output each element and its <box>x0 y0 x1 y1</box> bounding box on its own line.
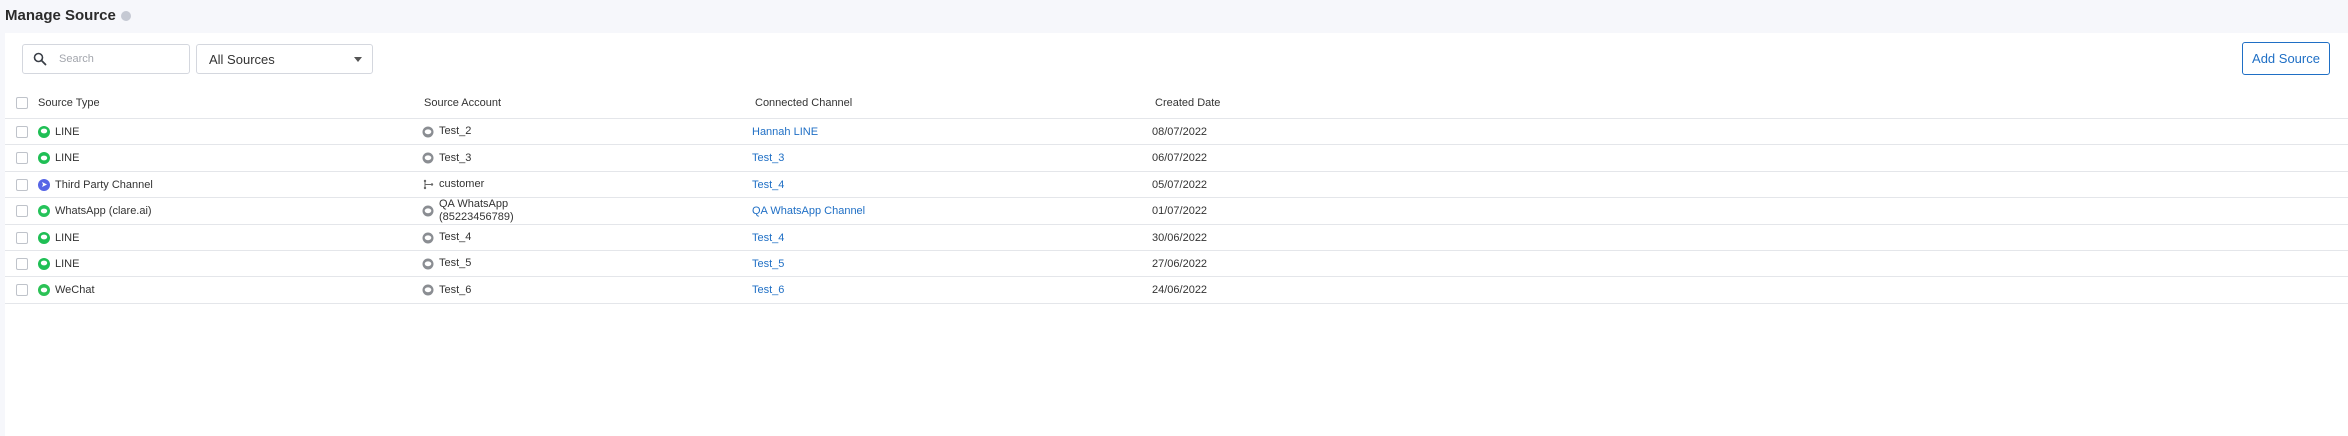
connected-channel-link[interactable]: QA WhatsApp Channel <box>752 205 865 217</box>
source-type-label: WeChat <box>55 284 95 296</box>
created-date: 27/06/2022 <box>1152 257 1208 270</box>
chat-bubble-icon <box>422 258 434 270</box>
line-icon <box>38 257 50 270</box>
whatsapp-outline-icon <box>422 205 434 217</box>
header-created-date: Created Date <box>1155 96 1221 109</box>
source-type-label: LINE <box>55 152 80 164</box>
table-row[interactable]: LINE Test_3 Test_3 06/07/2022 <box>5 145 2348 172</box>
row-checkbox[interactable] <box>16 257 28 270</box>
source-type-label: Third Party Channel <box>55 178 153 191</box>
wechat-outline-icon <box>422 284 434 296</box>
whatsapp-icon <box>38 205 50 217</box>
source-account-name: QA WhatsApp <box>439 198 509 210</box>
header-source-type: Source Type <box>38 96 100 109</box>
source-account-name: Test_4 <box>439 231 472 243</box>
row-checkbox[interactable] <box>16 178 28 191</box>
select-all-checkbox[interactable] <box>16 96 28 109</box>
source-type-label: LINE <box>55 125 80 138</box>
wechat-icon <box>38 284 50 296</box>
source-account-name: Test_6 <box>439 283 472 296</box>
search-input[interactable] <box>59 53 179 65</box>
table-row[interactable]: WhatsApp (clare.ai) QA WhatsApp (852234567… <box>5 198 2348 225</box>
source-account-number: (85223456789) <box>439 211 514 223</box>
row-checkbox[interactable] <box>16 152 28 164</box>
table-body: LINE Test_2 Hannah LINE 08/07/2022 LINE Test_… <box>5 119 2348 304</box>
header-connected-channel: Connected Channel <box>755 96 853 109</box>
row-checkbox[interactable] <box>16 125 28 138</box>
chat-bubble-icon <box>422 152 434 164</box>
source-account-name: Test_2 <box>439 125 472 137</box>
chat-bubble-icon <box>422 232 434 244</box>
line-icon <box>38 152 50 164</box>
chat-bubble-icon <box>422 126 434 138</box>
source-type-label: LINE <box>55 257 80 270</box>
search-icon <box>33 52 47 66</box>
source-account-name: Test_5 <box>439 257 472 269</box>
table-row[interactable]: LINE Test_4 Test_4 30/06/2022 <box>5 225 2348 251</box>
connected-channel-link[interactable]: Test_3 <box>752 152 784 164</box>
page-header: Manage Source <box>0 0 2348 30</box>
created-date: 06/07/2022 <box>1152 152 1208 164</box>
table-header: Source Type Source Account Connected Cha… <box>5 87 2348 119</box>
chevron-down-icon <box>354 57 362 62</box>
header-source-account: Source Account <box>424 96 502 109</box>
created-date: 08/07/2022 <box>1152 125 1208 138</box>
table-row[interactable]: LINE Test_2 Hannah LINE 08/07/2022 <box>5 119 2348 145</box>
source-account-name: Test_3 <box>439 151 472 164</box>
add-source-button[interactable]: Add Source <box>2242 42 2330 75</box>
created-date: 01/07/2022 <box>1152 205 1208 217</box>
table-row[interactable]: Third Party Channel customer Test_4 05/07/2… <box>5 172 2348 198</box>
source-account-label: Test_6 <box>439 284 471 297</box>
table-row[interactable]: WeChat Test_6 Test_6 24/06/2022 <box>5 277 2348 304</box>
created-date: 30/06/2022 <box>1152 231 1208 244</box>
page-title: Manage Source <box>5 6 116 24</box>
search-box[interactable] <box>22 44 190 74</box>
source-account-label: QA WhatsApp (85223456789) <box>439 198 514 224</box>
connected-channel-link[interactable]: Test_6 <box>752 284 784 296</box>
line-icon <box>38 231 50 244</box>
source-filter-select[interactable]: All Sources <box>196 44 373 74</box>
source-account-label: Test_3 <box>439 152 471 165</box>
source-filter-value: All Sources <box>209 51 275 67</box>
source-account-label: Test_2 <box>439 125 471 138</box>
branch-icon <box>422 179 434 191</box>
created-date: 24/06/2022 <box>1152 284 1208 296</box>
source-account-label: Test_4 <box>439 231 471 244</box>
send-icon <box>38 178 50 191</box>
info-icon[interactable] <box>120 11 131 21</box>
source-account-label: Test_5 <box>439 257 471 270</box>
source-account-label: customer <box>439 178 484 191</box>
source-card: All Sources Add Source Source Type Sourc… <box>5 33 2348 436</box>
connected-channel-link[interactable]: Test_4 <box>752 232 784 244</box>
line-icon <box>38 125 50 138</box>
connected-channel-link[interactable]: Hannah LINE <box>752 126 818 138</box>
table-row[interactable]: LINE Test_5 Test_5 27/06/2022 <box>5 251 2348 277</box>
source-account-name: customer <box>439 178 485 190</box>
source-type-label: WhatsApp (clare.ai) <box>55 205 152 217</box>
row-checkbox[interactable] <box>16 205 28 217</box>
connected-channel-link[interactable]: Test_5 <box>752 258 784 270</box>
connected-channel-link[interactable]: Test_4 <box>752 179 784 191</box>
source-table: Source Type Source Account Connected Cha… <box>5 87 2348 304</box>
created-date: 05/07/2022 <box>1152 178 1208 191</box>
row-checkbox[interactable] <box>16 231 28 244</box>
row-checkbox[interactable] <box>16 284 28 296</box>
source-type-label: LINE <box>55 231 80 244</box>
